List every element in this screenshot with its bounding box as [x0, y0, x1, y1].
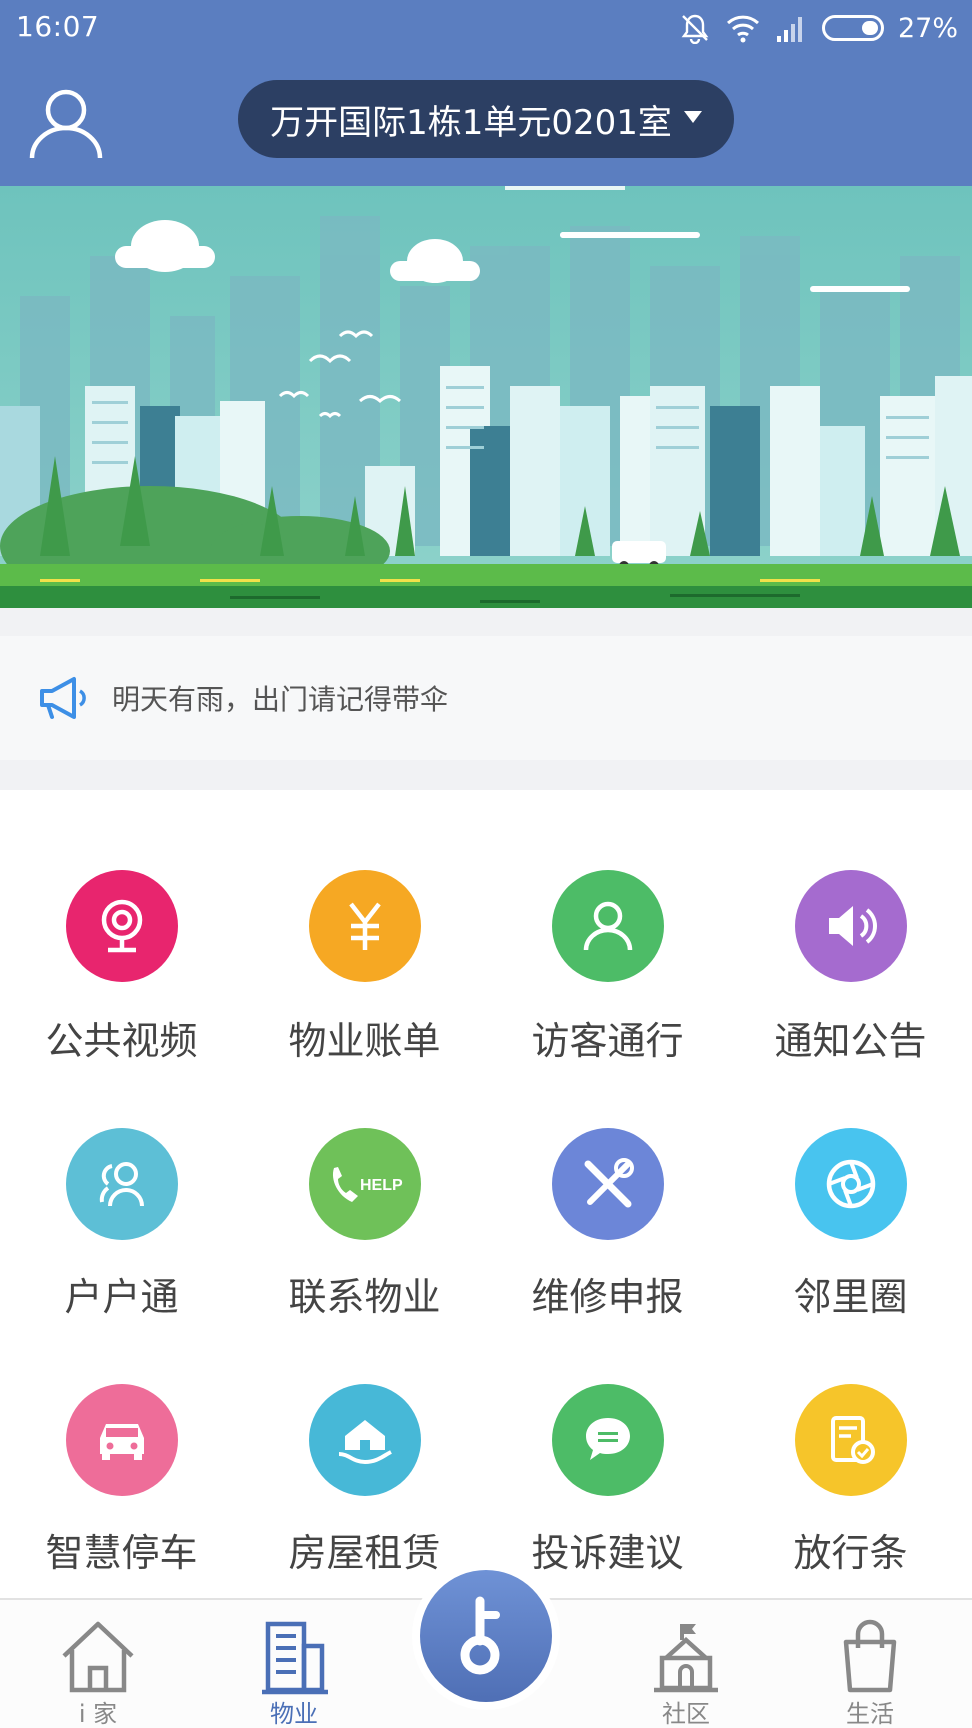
tools-icon [552, 1128, 664, 1240]
shutter-icon [795, 1128, 907, 1240]
nav-label: i 家 [78, 1700, 118, 1728]
car-icon [66, 1384, 178, 1496]
grid-item-announcements[interactable]: 通知公告 [729, 790, 972, 1063]
grid-item-release-pass[interactable]: 放行条 [729, 1308, 972, 1575]
key-icon [460, 1596, 500, 1675]
notice-bar[interactable]: 明天有雨，出门请记得带伞 [0, 636, 972, 760]
house-hand-icon [309, 1384, 421, 1496]
nav-item-community[interactable]: 社区 [606, 1600, 766, 1728]
app-header: 16:07 27% 万开国际1栋1单元0201室 [0, 0, 972, 186]
grid-item-repair-report[interactable]: 维修申报 [486, 1050, 729, 1319]
yen-icon [309, 870, 421, 982]
people-icon [66, 1128, 178, 1240]
nav-item-property[interactable]: 物业 [214, 1600, 374, 1728]
grid-item-public-video[interactable]: 公共视频 [0, 790, 243, 1063]
nav-item-home[interactable]: i 家 [18, 1600, 178, 1728]
speaker-icon [795, 870, 907, 982]
battery-icon [821, 15, 884, 41]
grid-item-neighborhood[interactable]: 邻里圈 [729, 1050, 972, 1319]
grid-item-hht[interactable]: 户户通 [0, 1050, 243, 1319]
status-bar: 16:07 27% [0, 0, 972, 56]
nav-label: 物业 [270, 1700, 318, 1728]
grid-item-label: 放行条 [793, 1531, 908, 1575]
chat-icon [552, 1384, 664, 1496]
key-button-inner [420, 1570, 552, 1702]
status-icons: 27% [678, 10, 958, 46]
svg-text:HELP: HELP [360, 1177, 403, 1194]
address-text: 万开国际1栋1单元0201室 [270, 102, 672, 143]
grid-item-complaints[interactable]: 投诉建议 [486, 1308, 729, 1575]
nav-item-life[interactable]: 生活 [790, 1600, 950, 1728]
nav-label: 社区 [662, 1700, 710, 1728]
megaphone-icon [40, 677, 86, 719]
camera-icon [66, 870, 178, 982]
battery-percent: 27% [897, 12, 958, 44]
grid-item-property-bill[interactable]: 物业账单 [243, 790, 486, 1063]
community-icon [654, 1624, 718, 1693]
city-illustration [0, 186, 972, 608]
user-profile-icon[interactable] [26, 82, 106, 162]
person-icon [552, 870, 664, 982]
grid-item-contact-property[interactable]: HELP 联系物业 [243, 1050, 486, 1319]
address-selector[interactable]: 万开国际1栋1单元0201室 [238, 80, 734, 158]
mute-bell-icon [681, 14, 709, 44]
notice-section: 明天有雨，出门请记得带伞 [0, 608, 972, 790]
grid-item-visitor-pass[interactable]: 访客通行 [486, 790, 729, 1063]
grid-item-label: 智慧停车 [45, 1531, 198, 1575]
unlock-key-button[interactable] [412, 1562, 560, 1710]
wifi-icon [726, 15, 760, 43]
status-time: 16:07 [16, 10, 100, 43]
bag-icon [843, 1619, 897, 1693]
grid-item-house-rental[interactable]: 房屋租赁 [243, 1308, 486, 1575]
dropdown-caret-icon [683, 111, 702, 123]
notice-text: 明天有雨，出门请记得带伞 [112, 683, 449, 716]
help-phone-icon: HELP [309, 1128, 421, 1240]
grid-item-smart-parking[interactable]: 智慧停车 [0, 1308, 243, 1575]
grid-item-label: 投诉建议 [531, 1531, 684, 1575]
feature-grid: 公共视频 物业账单 访客通行 通知公告 户户通 HELP 联系物业 维修申报 邻… [0, 790, 972, 1600]
grid-item-label: 房屋租赁 [288, 1531, 441, 1575]
pass-icon [795, 1384, 907, 1496]
nav-label: 生活 [846, 1700, 894, 1728]
city-banner[interactable] [0, 186, 972, 608]
building-icon [262, 1621, 328, 1695]
signal-icon [776, 17, 802, 42]
home-icon [62, 1621, 134, 1693]
